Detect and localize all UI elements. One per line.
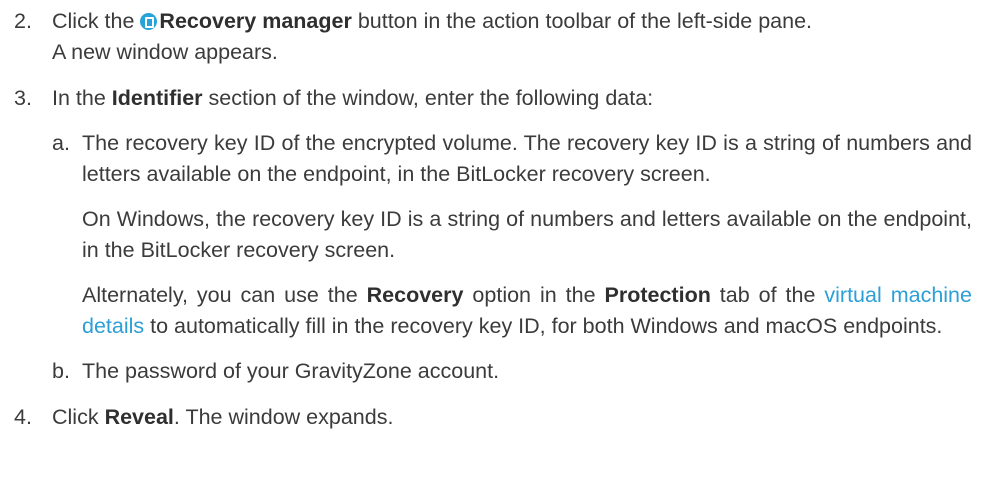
step-text-suffix: button in the action toolbar of the left…: [351, 9, 813, 33]
substep-letter: b.: [52, 359, 70, 383]
substep-b: b. The password of your GravityZone acco…: [52, 356, 972, 387]
identifier-label: Identifier: [111, 86, 203, 110]
recovery-manager-label: Recovery manager: [159, 9, 352, 33]
substep-paragraph: On Windows, the recovery key ID is a str…: [82, 207, 972, 262]
step-number: 2.: [14, 9, 32, 33]
text-run: to automatically fill in the recovery ke…: [144, 314, 943, 338]
substep-a: a. The recovery key ID of the encrypted …: [52, 128, 972, 342]
step-body: Click Reveal. The window expands.: [52, 402, 972, 433]
substep-paragraph: Alternately, you can use the Recovery op…: [82, 280, 972, 342]
step-text: Click the Recovery manager button in the…: [52, 6, 972, 37]
step-text: Click Reveal. The window expands.: [52, 402, 972, 433]
step-body: Click the Recovery manager button in the…: [52, 6, 972, 68]
step-4: 4. Click Reveal. The window expands.: [14, 402, 972, 433]
recovery-manager-icon: [140, 13, 158, 30]
step-3: 3. In the Identifier section of the wind…: [14, 83, 972, 387]
recovery-option-label: Recovery: [366, 283, 464, 307]
substep-letter: a.: [52, 131, 70, 155]
text-run: tab of the: [710, 283, 825, 307]
step-text: In the Identifier section of the window,…: [52, 83, 972, 114]
step-text-line2: A new window appears.: [52, 40, 278, 64]
instructions-page: 2. Click the Recovery manager button in …: [0, 0, 986, 433]
substep-text: The recovery key ID of the encrypted vol…: [82, 131, 972, 186]
text-run: Alternately, you can use the: [82, 283, 367, 307]
step-text-prefix: Click: [52, 405, 105, 429]
protection-tab-label: Protection: [604, 283, 711, 307]
step-text-suffix: section of the window, enter the followi…: [202, 86, 654, 110]
step-2: 2. Click the Recovery manager button in …: [14, 6, 972, 68]
reveal-label: Reveal: [104, 405, 174, 429]
step-number: 4.: [14, 405, 32, 429]
substep-body: The recovery key ID of the encrypted vol…: [82, 128, 972, 342]
substep-text: The password of your GravityZone account…: [82, 359, 500, 383]
text-run: option in the: [463, 283, 605, 307]
step-number: 3.: [14, 86, 32, 110]
step-text-suffix: . The window expands.: [173, 405, 394, 429]
step-text-prefix: Click the: [52, 9, 141, 33]
step-text-prefix: In the: [52, 86, 112, 110]
step-body: In the Identifier section of the window,…: [52, 83, 972, 387]
substep-body: The password of your GravityZone account…: [82, 356, 972, 387]
